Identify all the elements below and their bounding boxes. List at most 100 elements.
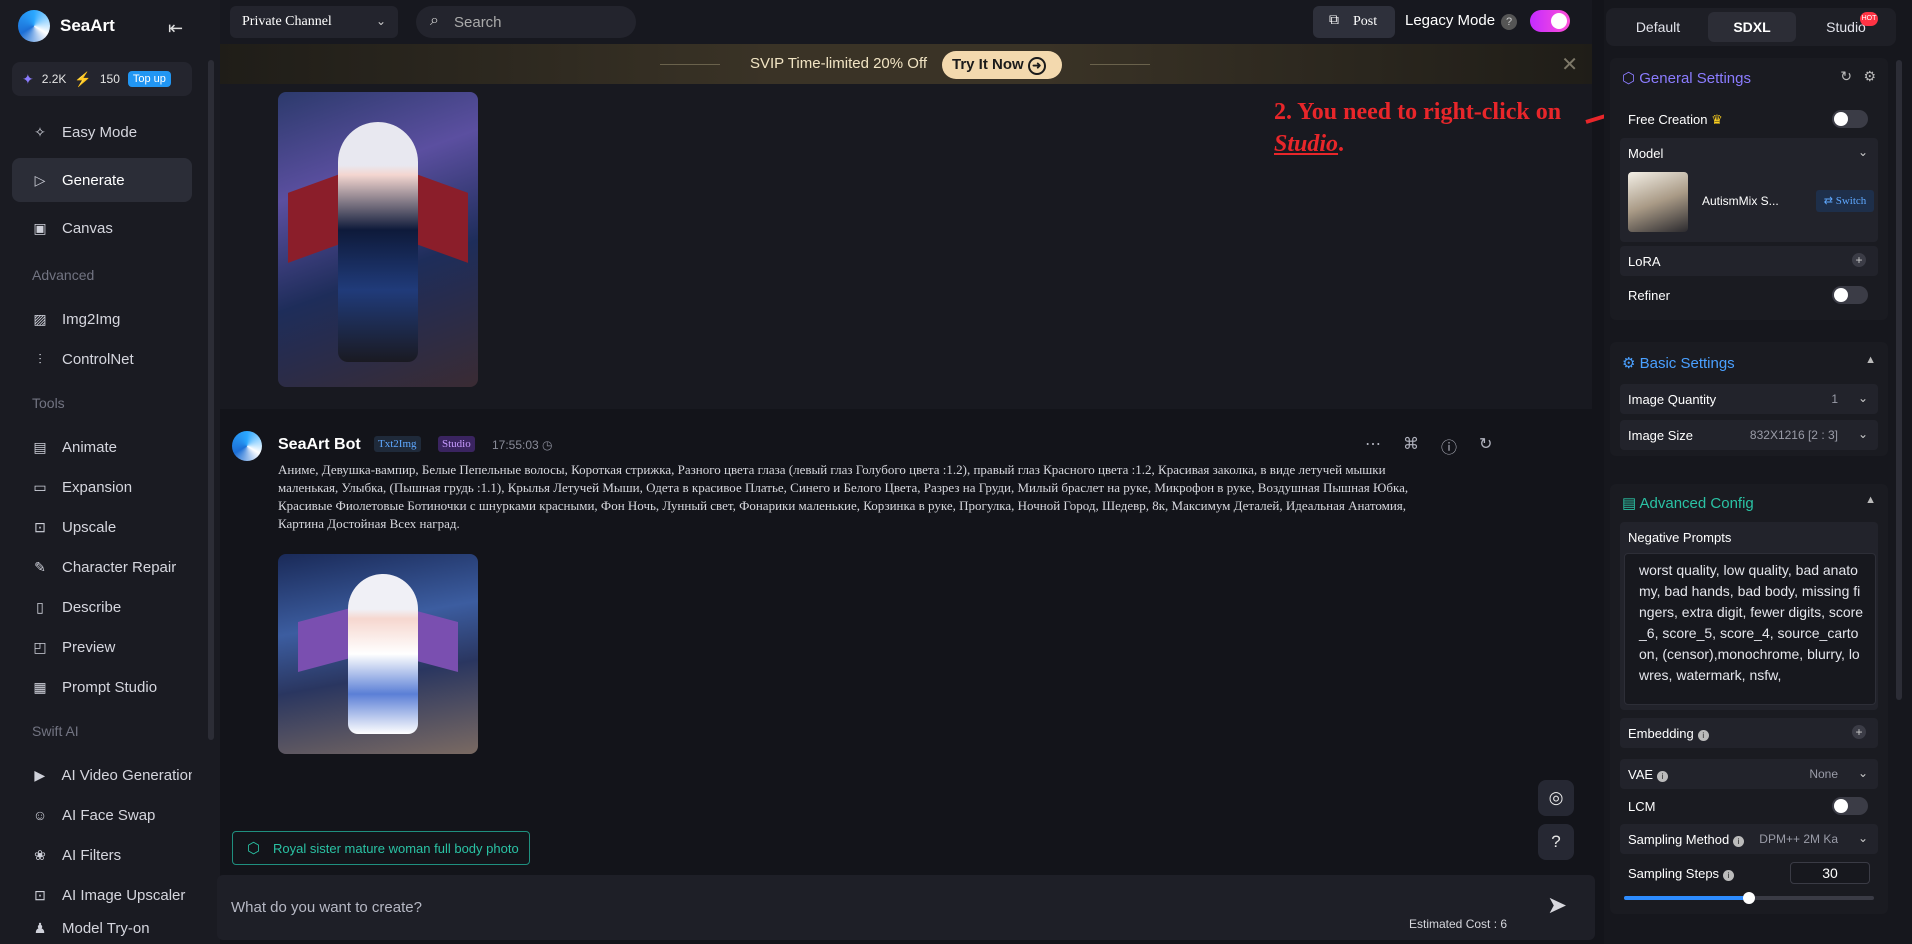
sidebar-item-easy-mode[interactable]: ✧ Easy Mode xyxy=(12,110,192,154)
post-icon: ⧉ xyxy=(1329,13,1339,28)
lcm-toggle[interactable] xyxy=(1832,797,1868,815)
switch-model-button[interactable]: ⇄ Switch xyxy=(1816,190,1874,212)
reset-icon[interactable]: ↻ xyxy=(1840,68,1852,85)
info-icon[interactable]: i xyxy=(1657,771,1669,782)
preview-icon: ◰ xyxy=(33,639,47,655)
sliders-icon: ⫶ xyxy=(38,351,42,367)
sidebar-item-ai-video-generation[interactable]: ▶ AI Video Generation xyxy=(12,753,192,797)
info-icon[interactable]: ⓘ xyxy=(1441,434,1457,458)
info-icon[interactable]: i xyxy=(1733,836,1745,847)
face-icon: ☺ xyxy=(32,807,48,823)
canvas-icon: ▣ xyxy=(33,220,47,236)
sidebar-item-img2img[interactable]: ▨ Img2Img xyxy=(12,297,192,341)
post-button[interactable]: ⧉ Post xyxy=(1313,6,1395,38)
section-swift-ai: Swift AI xyxy=(32,723,79,739)
gear-icon[interactable]: ⚙ xyxy=(1863,68,1876,85)
model-row: Model ⌄ AutismMix S... ⇄ Switch xyxy=(1620,138,1878,242)
book-icon: ▯ xyxy=(36,599,44,615)
generated-image[interactable] xyxy=(278,554,478,754)
tab-default[interactable]: Default xyxy=(1614,12,1702,42)
collapse-sidebar-icon[interactable]: ⇤ xyxy=(168,18,183,39)
sidebar-item-prompt-studio[interactable]: ▦ Prompt Studio xyxy=(12,665,192,709)
tab-sdxl[interactable]: SDXL xyxy=(1708,12,1796,42)
suggestion-chip[interactable]: ⬡ Royal sister mature woman full body pho… xyxy=(232,831,530,865)
help-icon[interactable]: ? xyxy=(1501,14,1518,30)
estimated-cost: Estimated Cost : 6 xyxy=(1409,917,1508,931)
top-up-button[interactable]: Top up xyxy=(127,71,171,87)
sidebar-scrollbar[interactable] xyxy=(208,60,214,740)
arrow-right-icon: ➜ xyxy=(1027,57,1046,75)
refiner-toggle[interactable] xyxy=(1832,286,1868,304)
more-icon[interactable]: ⋯ xyxy=(1365,434,1381,458)
try-it-now-button[interactable]: Try It Now ➜ xyxy=(942,51,1062,79)
legacy-mode-toggle[interactable] xyxy=(1530,10,1570,32)
help-icon[interactable]: ? xyxy=(1538,824,1574,860)
add-icon[interactable]: + xyxy=(1852,253,1866,267)
prompt-input[interactable]: What do you want to create? Estimated Co… xyxy=(217,875,1595,940)
promo-text: SVIP Time-limited 20% Off xyxy=(750,55,928,72)
close-icon[interactable]: ✕ xyxy=(1561,52,1578,77)
timestamp: 17:55:03 ◷ xyxy=(492,438,553,452)
sampling-steps-slider[interactable] xyxy=(1624,892,1874,904)
sidebar-item-ai-image-upscaler[interactable]: ⊡ AI Image Upscaler xyxy=(12,873,192,917)
bot-avatar xyxy=(232,431,262,461)
sidebar-item-preview[interactable]: ◰ Preview xyxy=(12,625,192,669)
collapse-icon[interactable]: ▲ xyxy=(1865,494,1876,506)
image-icon: ▨ xyxy=(33,311,47,327)
seaart-logo-icon xyxy=(18,10,50,42)
settings-panel: Default SDXL Studio HOT ⬡ General Settin… xyxy=(1604,0,1912,944)
model-thumbnail[interactable] xyxy=(1628,172,1688,232)
add-icon[interactable]: + xyxy=(1852,725,1866,739)
search-input[interactable]: ⌕ Search xyxy=(416,6,636,38)
info-icon[interactable]: i xyxy=(1697,730,1709,741)
sidebar-item-ai-face-swap[interactable]: ☺ AI Face Swap xyxy=(12,793,192,837)
settings-scrollbar[interactable] xyxy=(1896,60,1902,700)
general-settings-header[interactable]: ⬡ General Settings xyxy=(1622,69,1751,87)
sidebar-item-generate[interactable]: ▷ Generate xyxy=(12,158,192,202)
channel-select[interactable]: Private Channel ⌄ xyxy=(230,6,398,38)
basic-settings-header[interactable]: ⚙ Basic Settings xyxy=(1622,354,1735,372)
free-creation-toggle[interactable] xyxy=(1832,110,1868,128)
chat-feed: SeaArt Bot Txt2Img Studio 17:55:03 ◷ ⋯ ⌘… xyxy=(220,84,1592,865)
send-icon[interactable]: ➤ xyxy=(1547,891,1567,920)
tag-txt2img: Txt2Img xyxy=(374,436,421,452)
translate-icon[interactable]: ⌘ xyxy=(1403,434,1419,458)
shirt-icon: ♟ xyxy=(33,920,47,936)
stamina-icon: ✦ xyxy=(22,70,34,87)
info-icon[interactable]: i xyxy=(1723,870,1735,881)
negative-prompts-input[interactable]: worst quality, low quality, bad anatomy,… xyxy=(1624,553,1876,705)
image-size-row[interactable]: Image Size 832X1216 [2 : 3] ⌄ xyxy=(1620,420,1878,450)
logo[interactable]: SeaArt xyxy=(18,10,115,42)
bot-name: SeaArt Bot xyxy=(278,436,361,453)
decor xyxy=(348,574,418,734)
slider-handle[interactable] xyxy=(1743,892,1755,904)
refresh-icon[interactable]: ↻ xyxy=(1479,434,1492,458)
sampling-method-row[interactable]: Sampling Method i DPM++ 2M Ka ⌄ xyxy=(1620,824,1878,854)
legacy-mode: Legacy Mode? xyxy=(1405,12,1518,30)
sidebar-item-animate[interactable]: ▤ Animate xyxy=(12,425,192,469)
advanced-config-header[interactable]: ▤ Advanced Config xyxy=(1622,494,1754,512)
image-quantity-row[interactable]: Image Quantity 1 ⌄ xyxy=(1620,384,1878,414)
generated-image[interactable] xyxy=(278,92,478,387)
sidebar-item-controlnet[interactable]: ⫶ ControlNet xyxy=(12,337,192,381)
sidebar-item-model-try-on[interactable]: ♟ Model Try-on xyxy=(12,913,192,943)
sidebar-item-canvas[interactable]: ▣ Canvas xyxy=(12,206,192,250)
sparkle-icon: ✧ xyxy=(34,124,46,140)
sidebar-item-describe[interactable]: ▯ Describe xyxy=(12,585,192,629)
sidebar-item-upscale[interactable]: ⊡ Upscale xyxy=(12,505,192,549)
collapse-icon[interactable]: ▲ xyxy=(1865,354,1876,366)
prompt-placeholder: What do you want to create? xyxy=(231,899,422,916)
hot-badge: HOT xyxy=(1860,12,1878,26)
chevron-down-icon: ⌄ xyxy=(1857,831,1868,845)
chevron-down-icon: ⌄ xyxy=(1857,427,1868,441)
filter-icon: ❀ xyxy=(34,847,46,863)
sidebar-item-expansion[interactable]: ▭ Expansion xyxy=(12,465,192,509)
sidebar-item-ai-filters[interactable]: ❀ AI Filters xyxy=(12,833,192,877)
sidebar-item-character-repair[interactable]: ✎ Character Repair xyxy=(12,545,192,589)
prompt-text: Аниме, Девушка-вампир, Белые Пепельные в… xyxy=(278,462,1409,531)
sampling-steps-input[interactable]: 30 xyxy=(1790,862,1870,884)
hide-icon[interactable]: ◎ xyxy=(1538,780,1574,816)
chevron-down-icon[interactable]: ⌄ xyxy=(1858,145,1868,159)
vae-row[interactable]: VAE i None ⌄ xyxy=(1620,759,1878,789)
lightning-icon: ⚡ xyxy=(74,70,92,87)
